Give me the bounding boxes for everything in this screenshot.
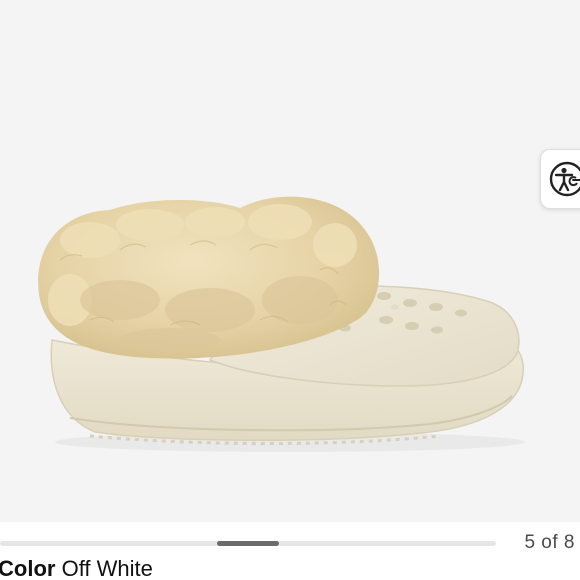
- gallery-scrollbar[interactable]: [0, 541, 496, 546]
- image-counter: 5 of 8: [524, 532, 575, 553]
- product-photo[interactable]: [0, 0, 580, 522]
- color-value: Off White: [61, 556, 153, 580]
- color-label: Color: [0, 556, 56, 580]
- accessibility-person-icon: [549, 161, 580, 197]
- accessibility-button[interactable]: [540, 149, 580, 209]
- gallery-scrollbar-thumb[interactable]: [217, 541, 279, 546]
- product-gallery-screen: 5 of 8 Color Off White: [0, 0, 580, 580]
- clog-illustration: [38, 196, 525, 452]
- color-selection: Color Off White: [0, 556, 153, 580]
